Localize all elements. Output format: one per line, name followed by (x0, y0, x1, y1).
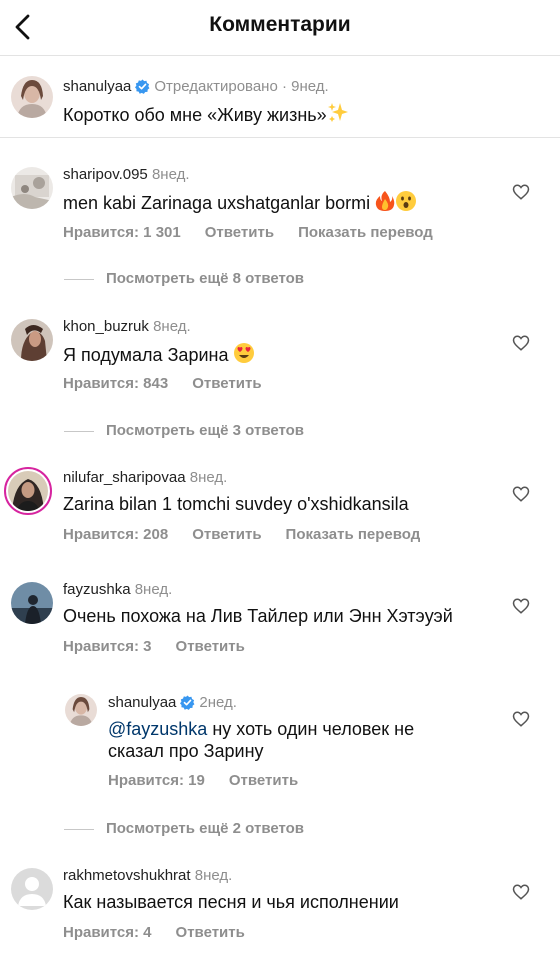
divider (64, 278, 94, 280)
likes-count: Нравится: 4 (63, 924, 152, 941)
likes-count: Нравится: 3 (63, 638, 152, 655)
likes-count: Нравится: 208 (63, 526, 169, 543)
reply-text-line-1: @fayzushka ну хоть один человек не (108, 718, 414, 740)
comment-text: Zarina bilan 1 tomchi suvdey o'xshidkans… (63, 494, 409, 514)
comment-text-row: Я подумала Зарина (63, 342, 255, 369)
mention-link[interactable]: @fayzushka (108, 719, 207, 739)
username[interactable]: shanulyaa (108, 694, 176, 711)
comment-meta: rakhmetovshukhrat 8нед. (63, 867, 232, 885)
reply-button[interactable]: Ответить (229, 772, 298, 789)
avatar[interactable] (65, 694, 97, 726)
likes-count: Нравится: 843 (63, 375, 169, 392)
default-avatar-icon[interactable] (11, 868, 53, 910)
username[interactable]: fayzushka (63, 581, 131, 598)
timestamp: · 9нед. (281, 78, 329, 95)
comment-meta: khon_buzruk 8нед. (63, 318, 191, 336)
comment-meta: sharipov.095 8нед. (63, 166, 190, 184)
comment-text: men kabi Zarinaga uxshatganlar bormi (63, 193, 371, 213)
comment-text: Очень похожа на Лив Тайлер или Энн Хэтэу… (63, 606, 453, 626)
edited-label: Отредактировано (154, 78, 278, 95)
comment-text: Я подумала Зарина (63, 345, 229, 365)
timestamp: 2нед. (199, 694, 237, 711)
heart-icon (512, 884, 530, 900)
comment-actions: Нравится: 1 301 Ответить Показать перевод (63, 224, 457, 241)
like-button[interactable] (512, 334, 530, 352)
reply-button[interactable]: Ответить (176, 924, 245, 941)
view-more-replies-label: Посмотреть ещё 3 ответов (106, 422, 305, 439)
like-button[interactable] (512, 710, 530, 728)
view-more-replies-label: Посмотреть ещё 8 ответов (106, 270, 305, 287)
reply-button[interactable]: Ответить (192, 526, 261, 543)
heart-icon (512, 184, 530, 200)
avatar[interactable] (11, 76, 53, 118)
avatar[interactable] (11, 319, 53, 361)
view-more-replies[interactable]: Посмотреть ещё 3 ответов (64, 422, 304, 439)
comment-meta: fayzushka 8нед. (63, 581, 172, 599)
comment-actions: Нравится: 4 Ответить (63, 924, 269, 941)
reply-button[interactable]: Ответить (176, 638, 245, 655)
translate-button[interactable]: Показать перевод (298, 224, 433, 241)
like-button[interactable] (512, 485, 530, 503)
username[interactable]: rakhmetovshukhrat (63, 867, 191, 884)
username[interactable]: shanulyaa (63, 78, 131, 95)
timestamp: 8нед. (153, 318, 191, 335)
divider (64, 828, 94, 830)
translate-button[interactable]: Показать перевод (286, 526, 421, 543)
comment-actions: Нравится: 208 Ответить Показать перевод (63, 526, 444, 543)
post-caption: shanulyaa Отредактировано · 9нед. Коротко… (0, 56, 560, 138)
view-more-replies-label: Посмотреть ещё 2 ответов (106, 820, 305, 837)
page-title: Комментарии (209, 13, 351, 36)
verified-badge-icon (180, 695, 195, 715)
avatar[interactable] (11, 167, 53, 209)
comment-meta: nilufar_sharipovaa 8нед. (63, 469, 227, 487)
timestamp: 8нед. (134, 581, 173, 598)
surprised-face-emoji-icon (395, 190, 417, 217)
comment-actions: Нравится: 3 Ответить (63, 638, 269, 655)
like-button[interactable] (512, 183, 530, 201)
reply-button[interactable]: Ответить (192, 375, 261, 392)
fire-emoji-icon (375, 190, 395, 217)
heart-icon (512, 711, 530, 727)
reply-text-line-2: сказал про Зарину (108, 741, 264, 761)
heart-icon (512, 486, 530, 502)
header: Комментарии (0, 0, 560, 56)
caption-meta: shanulyaa Отредактировано · 9нед. (63, 78, 329, 99)
sparkles-emoji-icon (327, 102, 349, 129)
heart-eyes-emoji-icon (233, 342, 255, 369)
caption-text: Коротко обо мне «Живу жизнь» (63, 105, 327, 125)
username[interactable]: khon_buzruk (63, 318, 149, 335)
username[interactable]: sharipov.095 (63, 166, 148, 183)
heart-icon (512, 598, 530, 614)
heart-icon (512, 335, 530, 351)
like-button[interactable] (512, 597, 530, 615)
likes-count: Нравится: 1 301 (63, 224, 181, 241)
avatar[interactable] (11, 582, 53, 624)
reply-meta: shanulyaa 2нед. (108, 694, 237, 715)
reply-button[interactable]: Ответить (205, 224, 274, 241)
verified-badge-icon (135, 79, 150, 99)
caption-text-row: Коротко обо мне «Живу жизнь» (63, 102, 349, 129)
view-more-replies[interactable]: Посмотреть ещё 8 ответов (64, 270, 304, 287)
reply-actions: Нравится: 19 Ответить (108, 772, 322, 789)
likes-count: Нравится: 19 (108, 772, 205, 789)
reply-text: ну хоть один человек не (207, 719, 415, 739)
comment-text-row: men kabi Zarinaga uxshatganlar bormi (63, 190, 417, 217)
view-more-replies[interactable]: Посмотреть ещё 2 ответов (64, 820, 304, 837)
username[interactable]: nilufar_sharipovaa (63, 469, 186, 486)
avatar-story-ring[interactable] (4, 467, 52, 515)
timestamp: 8нед. (194, 867, 233, 884)
timestamp: 8нед. (151, 166, 190, 183)
timestamp: 8нед. (189, 469, 228, 486)
like-button[interactable] (512, 883, 530, 901)
comment-actions: Нравится: 843 Ответить (63, 375, 286, 392)
comment-text: Как называется песня и чья исполнении (63, 892, 399, 912)
divider (64, 430, 94, 432)
